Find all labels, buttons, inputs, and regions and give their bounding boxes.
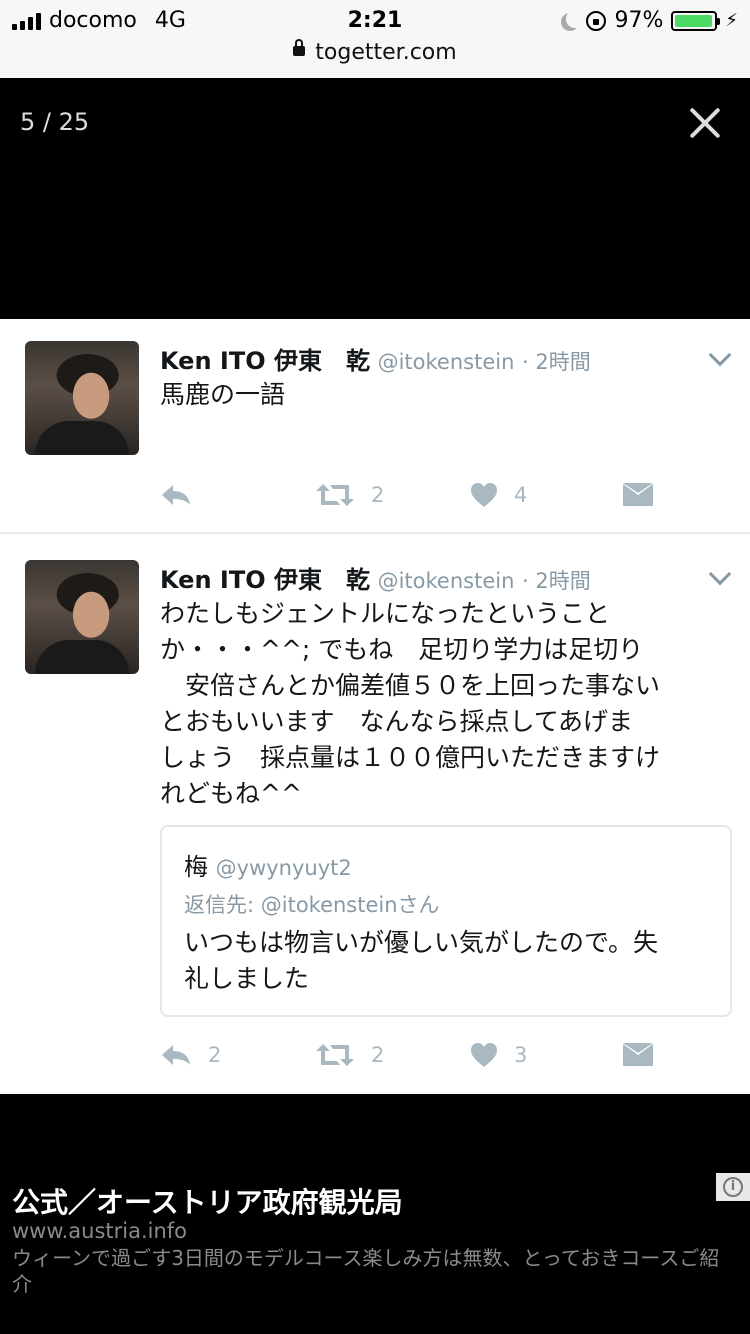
envelope-icon <box>623 483 653 506</box>
retweet-count: 2 <box>371 1043 385 1067</box>
quoted-text-line: 礼しました <box>184 964 310 993</box>
ad-url[interactable]: www.austria.info <box>12 1219 187 1243</box>
quoted-text: いつもは物言いが優しい気がしたので。失 礼しました <box>184 925 714 997</box>
tweet-actions: 2 2 3 <box>160 1040 660 1070</box>
retweet-button[interactable]: 2 <box>315 1040 384 1070</box>
rotation-lock-icon <box>586 10 607 31</box>
reply-button[interactable]: 2 <box>160 1040 221 1070</box>
chevron-down-icon[interactable] <box>708 562 732 586</box>
battery-percent: 97% <box>614 8 664 33</box>
tweet-header: Ken ITO 伊東 乾 @itokenstein · 2時間 <box>160 341 591 376</box>
tweet-text: わたしもジェントルになったということ か・・・^^; でもね 足切り学力は足切り… <box>160 596 720 812</box>
tweet-text-line: わたしもジェントルになったということ <box>160 599 611 628</box>
status-bar: docomo 4G 2:21 97% ⚡ <box>0 0 750 40</box>
advertisement[interactable]: i 公式／オーストリア政府観光局 www.austria.info ウィーンで過… <box>0 1095 750 1334</box>
tweet-header: Ken ITO 伊東 乾 @itokenstein · 2時間 <box>160 560 591 595</box>
reply-button[interactable] <box>160 480 208 510</box>
reply-to-label: 返信先: @itokensteinさん <box>184 893 440 917</box>
tweet-actions: 2 4 <box>160 480 660 510</box>
viewer-header: 5 / 25 <box>0 78 750 319</box>
tweet-text-line: とおもいいます なんなら採点してあげま <box>160 707 634 736</box>
ad-info-button[interactable]: i <box>716 1173 750 1201</box>
reply-icon <box>162 485 190 505</box>
retweet-count: 2 <box>371 483 385 507</box>
author-handle[interactable]: @itokenstein <box>378 350 515 374</box>
quoted-tweet[interactable]: 梅 @ywynyuyt2 返信先: @itokensteinさん いつもは物言い… <box>160 825 732 1017</box>
author-handle[interactable]: @itokenstein <box>378 569 515 593</box>
url-bar[interactable]: togetter.com <box>0 39 750 70</box>
close-icon[interactable] <box>688 106 722 140</box>
ad-description: ウィーンで過ごす3日間のモデルコース楽しみ方は無数、とっておきコースご紹介 <box>12 1246 720 1296</box>
browser-top-bar: docomo 4G 2:21 97% ⚡ togetter.com <box>0 0 750 78</box>
battery-icon <box>671 10 721 31</box>
like-count: 3 <box>514 1043 528 1067</box>
tweet-time[interactable]: · 2時間 <box>522 569 591 593</box>
charging-icon: ⚡ <box>725 10 738 31</box>
like-button[interactable]: 3 <box>470 1040 527 1070</box>
envelope-icon <box>623 1043 653 1066</box>
tweet-time[interactable]: · 2時間 <box>522 350 591 374</box>
tweet-text-line: れどもね^^ <box>160 779 302 808</box>
direct-message-button[interactable] <box>622 1040 654 1070</box>
lock-icon <box>293 39 306 56</box>
heart-icon <box>471 1043 497 1067</box>
like-count: 4 <box>514 483 528 507</box>
avatar[interactable] <box>25 560 139 674</box>
avatar[interactable] <box>25 341 139 455</box>
do-not-disturb-icon <box>566 10 584 28</box>
tweet-text: 馬鹿の一語 <box>160 380 286 409</box>
quoted-author-handle: @ywynyuyt2 <box>215 856 352 880</box>
reply-count: 2 <box>208 1043 222 1067</box>
retweet-button[interactable]: 2 <box>315 480 384 510</box>
tweet-text-line: か・・・^^; でもね 足切り学力は足切り <box>160 635 644 664</box>
author-name[interactable]: Ken ITO 伊東 乾 <box>160 566 370 594</box>
chevron-down-icon[interactable] <box>708 343 732 367</box>
author-name[interactable]: Ken ITO 伊東 乾 <box>160 347 370 375</box>
retweet-icon <box>316 484 354 506</box>
tweet-card[interactable]: Ken ITO 伊東 乾 @itokenstein · 2時間 馬鹿の一語 2 … <box>0 319 750 532</box>
retweet-icon <box>316 1044 354 1066</box>
tweet-card[interactable]: Ken ITO 伊東 乾 @itokenstein · 2時間 わたしもジェント… <box>0 534 750 1094</box>
tweet-text-line: 安倍さんとか偏差値５０を上回った事ない <box>160 671 661 700</box>
quoted-author: 梅 @ywynyuyt2 <box>184 847 352 882</box>
quoted-text-line: いつもは物言いが優しい気がしたので。失 <box>184 928 659 957</box>
heart-icon <box>471 483 497 507</box>
tweet-text-line: しょう 採点量は１００億円いただきますけ <box>160 743 661 772</box>
url-domain: togetter.com <box>315 40 457 65</box>
like-button[interactable]: 4 <box>470 480 527 510</box>
direct-message-button[interactable] <box>622 480 654 510</box>
reply-icon <box>162 1045 190 1065</box>
quoted-author-name: 梅 <box>184 853 208 881</box>
ad-title[interactable]: 公式／オーストリア政府観光局 <box>12 1181 403 1221</box>
page-counter: 5 / 25 <box>20 108 90 136</box>
info-icon: i <box>723 1177 743 1197</box>
